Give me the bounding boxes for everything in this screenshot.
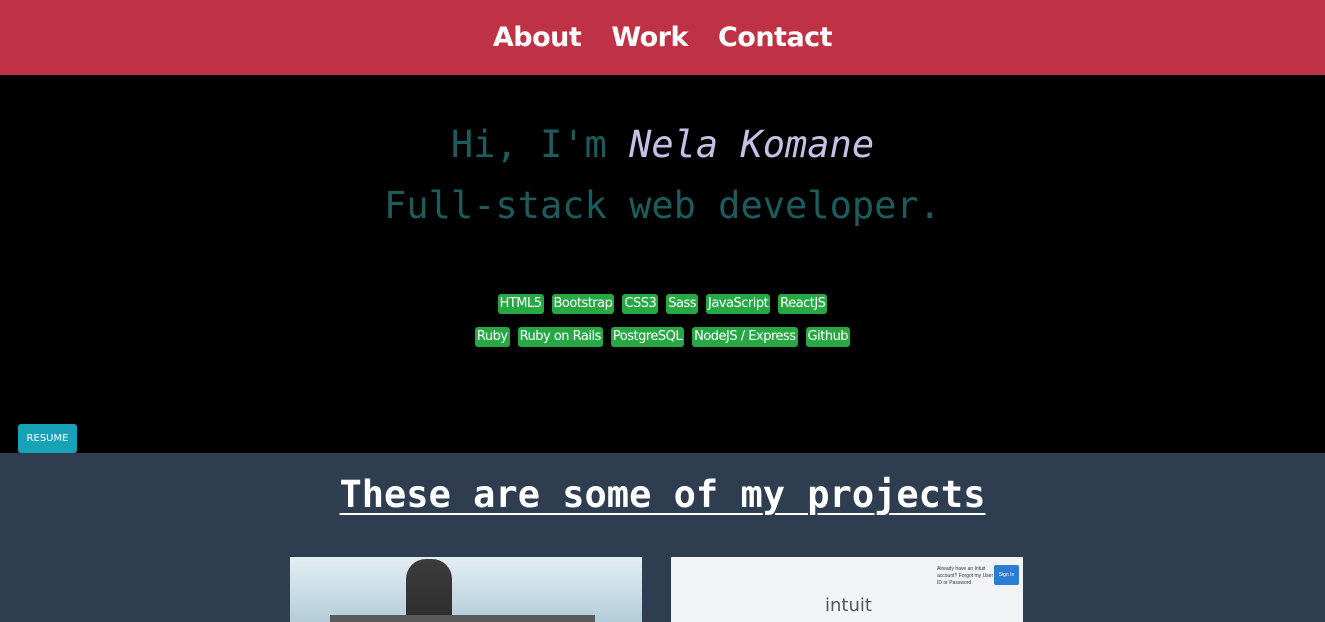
skill-badge: ReactJS (778, 294, 828, 314)
skill-badge: Ruby on Rails (517, 327, 603, 347)
project-2-signin-text: Already have an Intuit account? Forgot m… (937, 566, 994, 586)
role-title: Full-stack web developer. (384, 184, 941, 227)
resume-button[interactable]: RESUME (18, 424, 77, 453)
developer-name: Nela Komane (629, 123, 875, 166)
nav-contact-link[interactable]: Contact (718, 22, 833, 53)
skill-badge: Bootstrap (551, 294, 615, 314)
skill-badge: HTML5 (497, 294, 544, 314)
greeting: Hi, I'm Nela Komane (0, 123, 1325, 166)
project-1-toolbar-image (330, 615, 595, 622)
projects-section: These are some of my projects Already ha… (0, 453, 1325, 622)
skills-row-1: HTML5 Bootstrap CSS3 Sass JavaScript Rea… (0, 294, 1325, 314)
project-card-2[interactable]: Already have an Intuit account? Forgot m… (671, 557, 1023, 622)
skill-badge: Ruby (474, 327, 510, 347)
skills-row-2: Ruby Ruby on Rails PostgreSQL NodeJS / E… (0, 327, 1325, 347)
nav-work-link[interactable]: Work (611, 22, 688, 53)
greeting-prefix: Hi, I'm (450, 123, 607, 166)
skill-badge: JavaScript (706, 294, 771, 314)
nav-about-link[interactable]: About (493, 22, 582, 53)
skill-badge: Sass (666, 294, 698, 314)
skill-badge: NodeJS / Express (692, 327, 798, 347)
skill-badge: Github (805, 327, 851, 347)
project-1-figure-image (406, 559, 452, 622)
hero-section: Hi, I'm Nela Komane Full-stack web devel… (0, 75, 1325, 453)
projects-title: These are some of my projects (339, 473, 986, 516)
skill-badge: PostgreSQL (610, 327, 685, 347)
navbar: About Work Contact (0, 0, 1325, 75)
project-2-brand-logo: intuit (825, 595, 872, 616)
skill-badge: CSS3 (622, 294, 659, 314)
project-2-signin-button: Sign In (994, 565, 1019, 585)
project-card-1[interactable] (290, 557, 642, 622)
